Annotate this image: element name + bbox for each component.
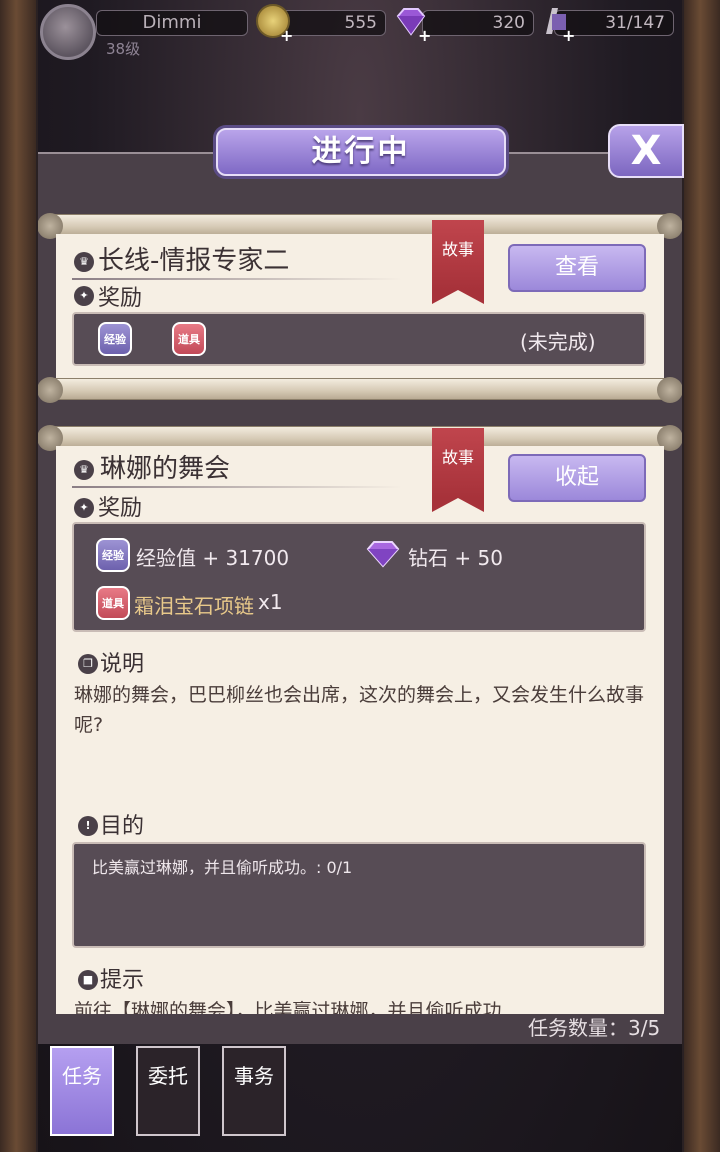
book-icon: ❐ [78,654,98,674]
quest-status: (未完成) [520,330,596,354]
goal-box: 比美赢过琳娜，并且偷听成功。: 0/1 [72,842,646,948]
crown-icon: ♛ [74,252,94,272]
crown-icon: ♛ [74,460,94,480]
avatar[interactable] [40,4,96,60]
exclamation-icon: ! [78,816,98,836]
diamond-counter: 320 [422,10,534,36]
reward-label: 奖励 [98,496,143,521]
hint-label: 提示 [100,968,145,993]
frame-left [0,0,36,1152]
status-bar: Dimmi 38级 555 + 320 + 31/147 + [38,0,682,60]
diamond-reward: 钻石 + 50 [408,546,503,570]
quest-card-expanded: ♛ 琳娜的舞会 故事 收起 ✦ 奖励 经验 经验值 + 31700 钻石 + 5… [56,428,664,1014]
rod-cap [38,377,63,403]
close-button[interactable]: X [608,124,684,178]
add-stamina-button[interactable]: + [562,26,575,45]
add-gold-button[interactable]: + [280,26,293,45]
goal-label: 目的 [100,814,145,839]
reward-box: 经验 道具 (未完成) [72,312,646,366]
diamond-icon [366,541,400,568]
exp-badge: 经验 [96,538,130,572]
add-diamond-button[interactable]: + [418,26,431,45]
gift-icon: ✦ [74,498,94,518]
exp-badge: 经验 [98,322,132,356]
gift-icon: ✦ [74,286,94,306]
item-reward-count: x1 [258,590,283,614]
story-ribbon: 故事 [432,428,484,512]
tab-quests[interactable]: 任务 [50,1046,114,1136]
quest-list[interactable]: ♛ 长线-情报专家二 故事 查看 ✦ 奖励 经验 道具 (未完成) ♛ 琳娜的舞… [38,154,682,1014]
task-count: 任务数量：3/5 [528,1016,661,1040]
quest-title: 长线-情报专家二 [98,246,290,276]
player-level: 38级 [106,40,141,58]
reward-label: 奖励 [98,286,143,311]
hint-icon: ■ [78,970,98,990]
item-badge: 道具 [172,322,206,356]
quest-panel: ♛ 长线-情报专家二 故事 查看 ✦ 奖励 经验 道具 (未完成) ♛ 琳娜的舞… [38,152,682,1044]
item-reward-name[interactable]: 霜泪宝石项链 [134,590,254,619]
player-name: Dimmi [96,10,248,36]
scroll-rod-bottom [38,377,682,403]
collapse-button[interactable]: 收起 [508,454,646,502]
page-title: 进行中 [216,128,506,176]
quest-card: ♛ 长线-情报专家二 故事 查看 ✦ 奖励 经验 道具 (未完成) [56,220,664,380]
exp-reward: 经验值 + 31700 [136,546,290,570]
reward-box: 经验 经验值 + 31700 钻石 + 50 道具 霜泪宝石项链 x1 [72,522,646,632]
description-text: 琳娜的舞会，巴巴柳丝也会出席，这次的舞会上，又会发生什么故事呢? [74,684,645,736]
scroll-rod-top [38,425,682,451]
scroll-rod-top [38,213,682,239]
quest-title: 琳娜的舞会 [100,454,231,484]
view-button[interactable]: 查看 [508,244,646,292]
description-label: 说明 [100,652,145,677]
story-ribbon: 故事 [432,220,484,304]
frame-right [684,0,720,1152]
rod-cap [657,377,682,403]
tab-commissions[interactable]: 委托 [136,1046,200,1136]
tab-affairs[interactable]: 事务 [222,1046,286,1136]
divider [72,486,402,488]
item-badge: 道具 [96,586,130,620]
